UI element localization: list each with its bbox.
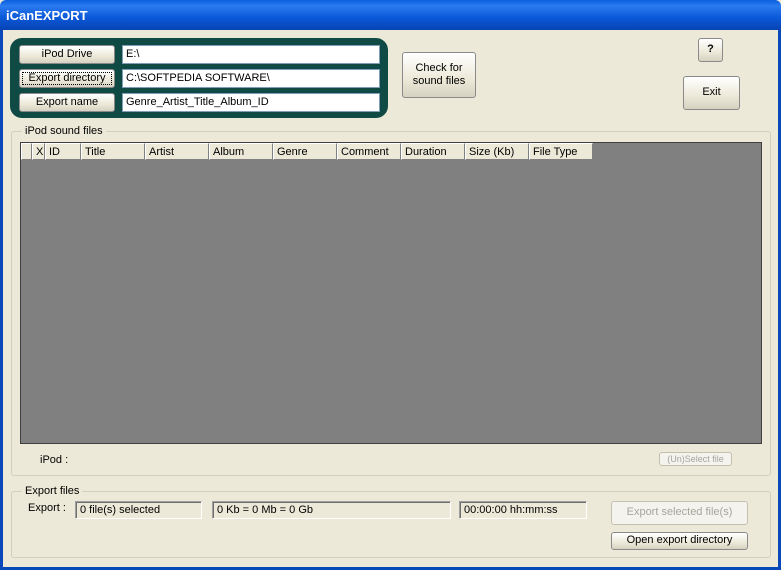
select-file-button[interactable]: (Un)Select file bbox=[659, 452, 732, 466]
window-title: iCanEXPORT bbox=[6, 8, 88, 23]
col-album[interactable]: Album bbox=[209, 143, 273, 160]
grid-header: X ID Title Artist Album Genre Comment Du… bbox=[21, 143, 593, 160]
sound-files-legend: iPod sound files bbox=[22, 125, 106, 137]
export-selected-button[interactable]: Export selected file(s) bbox=[611, 501, 748, 525]
export-name-button[interactable]: Export name bbox=[19, 93, 115, 112]
export-directory-button[interactable]: Export directory bbox=[19, 69, 115, 88]
col-genre[interactable]: Genre bbox=[273, 143, 337, 160]
col-x[interactable]: X bbox=[32, 143, 45, 160]
export-directory-field[interactable]: C:\SOFTPEDIA SOFTWARE\ bbox=[122, 69, 380, 88]
col-rowhead[interactable] bbox=[21, 143, 32, 160]
help-button[interactable]: ? bbox=[698, 38, 723, 62]
export-label: Export : bbox=[28, 502, 66, 514]
col-artist[interactable]: Artist bbox=[145, 143, 209, 160]
ipod-drive-button[interactable]: iPod Drive bbox=[19, 45, 115, 64]
export-files-legend: Export files bbox=[22, 485, 83, 497]
sound-files-grid[interactable]: X ID Title Artist Album Genre Comment Du… bbox=[20, 142, 762, 444]
ipod-drive-field[interactable]: E:\ bbox=[122, 45, 380, 64]
ipod-label: iPod : bbox=[40, 454, 69, 466]
selected-count-box: 0 file(s) selected bbox=[75, 501, 202, 519]
check-line-1: Check for bbox=[415, 61, 463, 74]
col-duration[interactable]: Duration bbox=[401, 143, 465, 160]
size-box: 0 Kb = 0 Mb = 0 Gb bbox=[212, 501, 451, 519]
window-titlebar[interactable]: iCanEXPORT bbox=[0, 0, 781, 30]
exit-button[interactable]: Exit bbox=[683, 76, 740, 110]
col-id[interactable]: ID bbox=[45, 143, 81, 160]
open-export-directory-button[interactable]: Open export directory bbox=[611, 532, 748, 550]
col-size[interactable]: Size (Kb) bbox=[465, 143, 529, 160]
check-sound-files-button[interactable]: Check for sound files bbox=[402, 52, 476, 98]
col-title[interactable]: Title bbox=[81, 143, 145, 160]
col-comment[interactable]: Comment bbox=[337, 143, 401, 160]
col-file-type[interactable]: File Type bbox=[529, 143, 593, 160]
check-line-2: sound files bbox=[412, 75, 466, 87]
export-name-field[interactable]: Genre_Artist_Title_Album_ID bbox=[122, 93, 380, 112]
duration-box: 00:00:00 hh:mm:ss bbox=[459, 501, 587, 519]
